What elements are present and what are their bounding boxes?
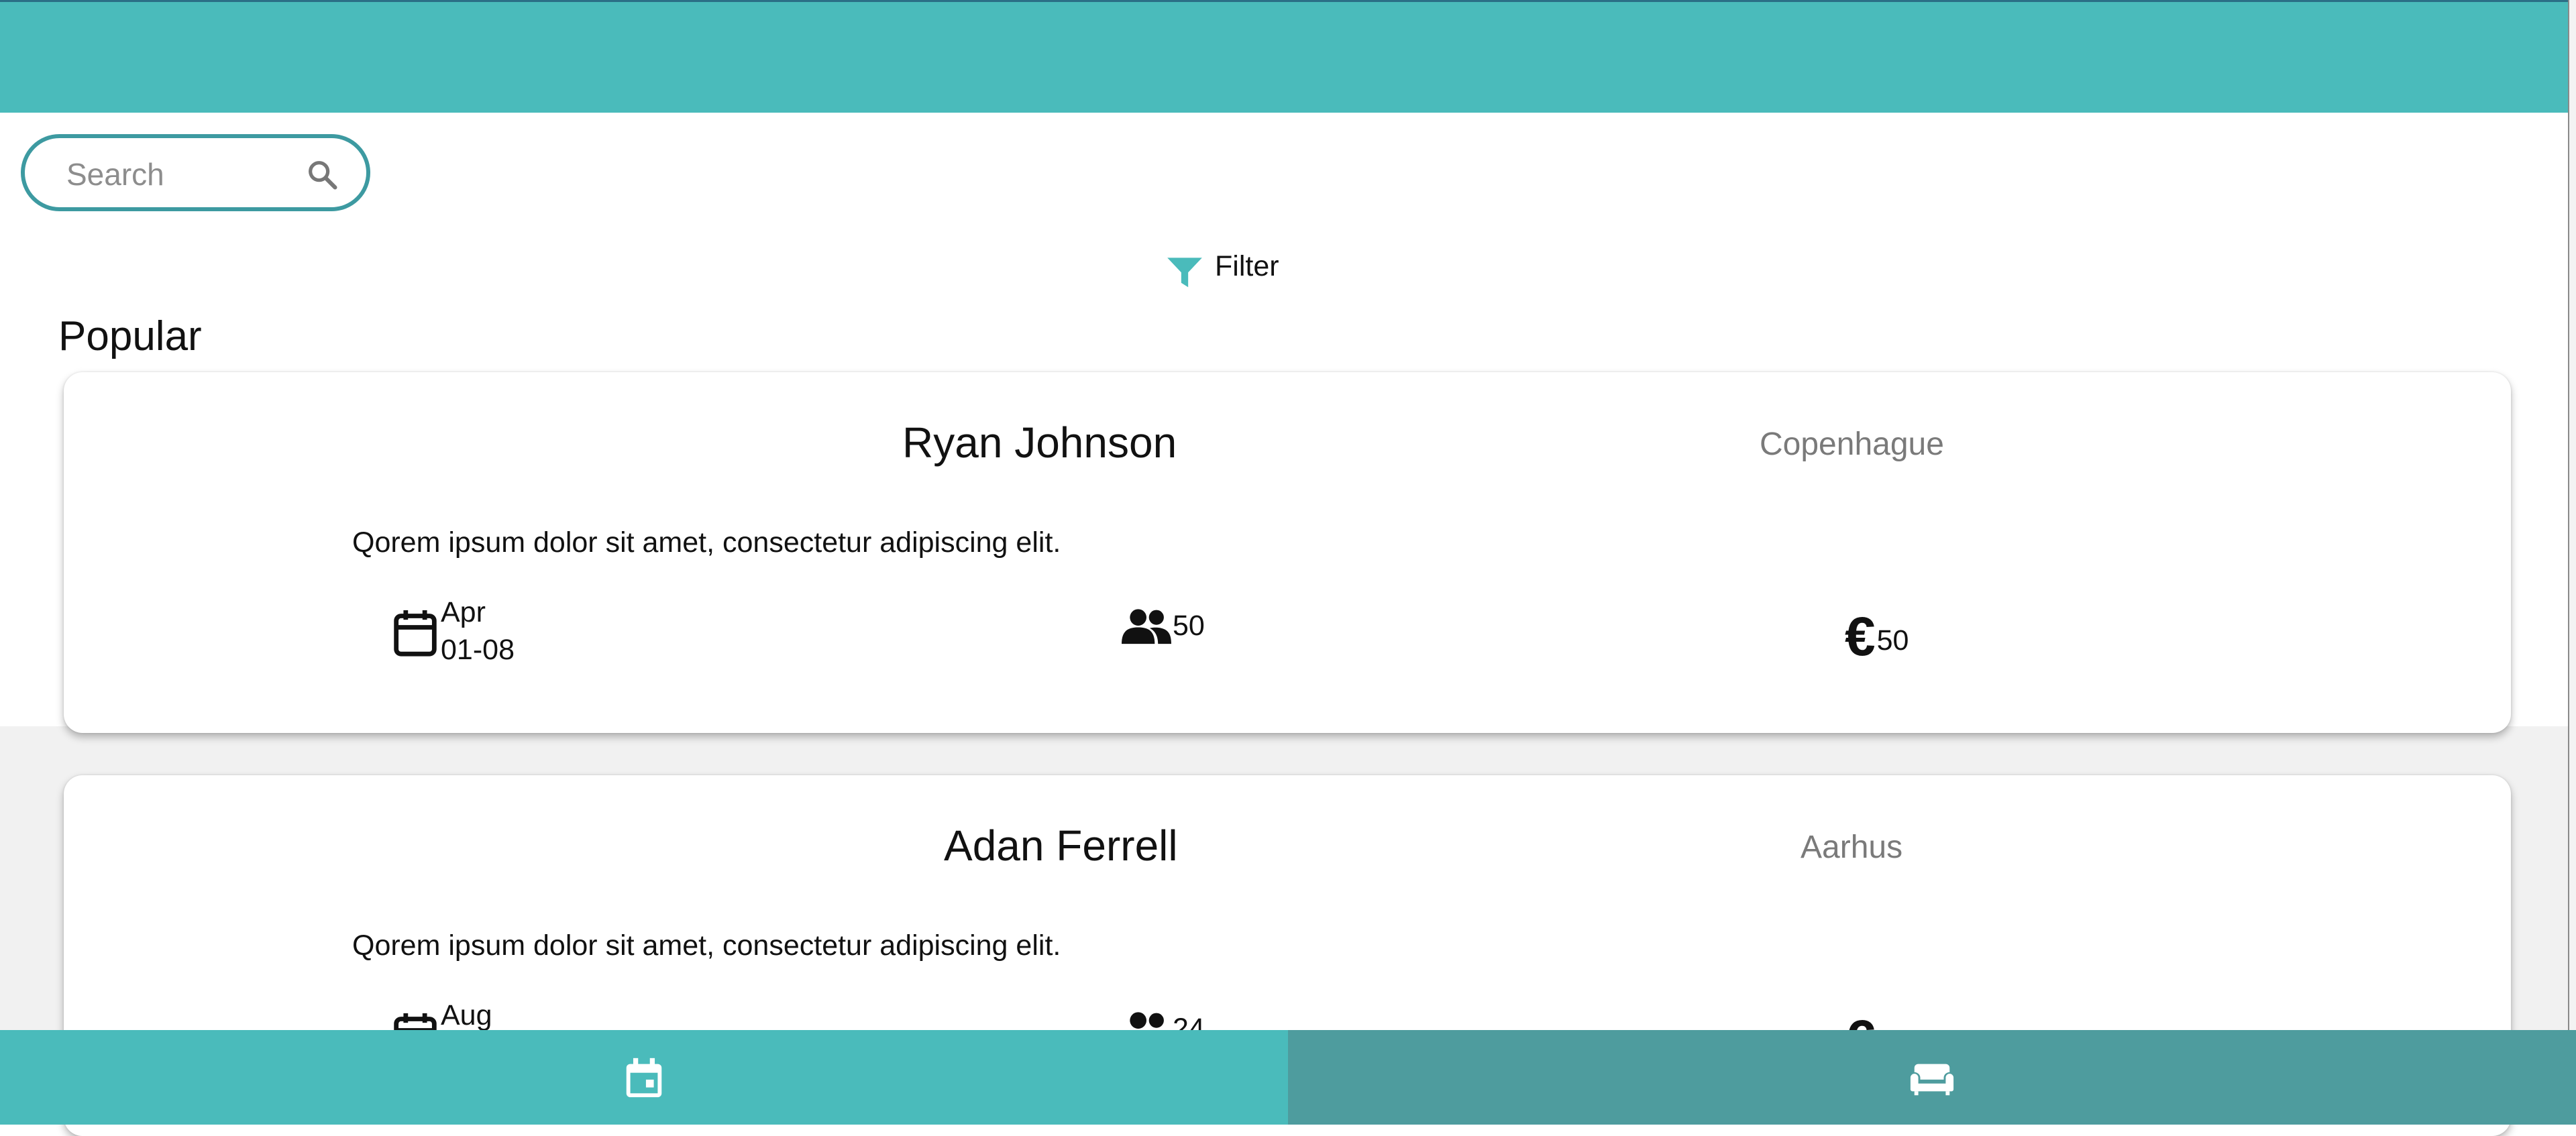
- event-date-month: Apr: [441, 596, 486, 628]
- event-description: Qorem ipsum dolor sit amet, consectetur …: [352, 526, 1061, 559]
- event-description: Qorem ipsum dolor sit amet, consectetur …: [352, 929, 1061, 962]
- search-box[interactable]: [21, 134, 370, 211]
- event-capacity-value: 50: [1173, 609, 1205, 642]
- sofa-icon: [1910, 1064, 1954, 1095]
- search-input[interactable]: [65, 152, 296, 197]
- filter-icon: [1167, 258, 1202, 288]
- event-host-name: Ryan Johnson: [902, 418, 1177, 467]
- event-date-range: 01-08: [441, 634, 515, 666]
- tab-events[interactable]: [0, 1030, 1288, 1125]
- event-capacity: 50: [1122, 607, 1205, 644]
- event-date-month: Aug: [441, 999, 492, 1031]
- event-date-text: Aug: [441, 997, 492, 1034]
- tab-lounge[interactable]: [1288, 1030, 2576, 1125]
- event-date: Apr 01-08: [392, 593, 515, 669]
- event-card[interactable]: Ryan Johnson Copenhague Qorem ipsum dolo…: [64, 372, 2511, 733]
- section-title: Popular: [58, 313, 202, 359]
- event-date-text: Apr 01-08: [441, 593, 515, 669]
- filter-button[interactable]: Filter: [1164, 243, 1279, 290]
- event-city: Aarhus: [1801, 830, 1903, 865]
- filter-label: Filter: [1215, 249, 1279, 282]
- event-price-value: 50: [1876, 624, 1909, 657]
- event-host-name: Adan Ferrell: [944, 821, 1178, 870]
- calendar-icon: [626, 1058, 662, 1097]
- bottom-navigation: [0, 1030, 2576, 1125]
- search-icon[interactable]: [305, 157, 339, 192]
- event-price: € 50: [1845, 610, 1909, 665]
- scrollbar[interactable]: [2568, 0, 2576, 1125]
- calendar-icon: [394, 610, 437, 657]
- euro-icon: €: [1845, 606, 1876, 667]
- top-app-bar: [0, 0, 2576, 113]
- people-icon: [1122, 609, 1171, 644]
- event-city: Copenhague: [1760, 427, 1944, 462]
